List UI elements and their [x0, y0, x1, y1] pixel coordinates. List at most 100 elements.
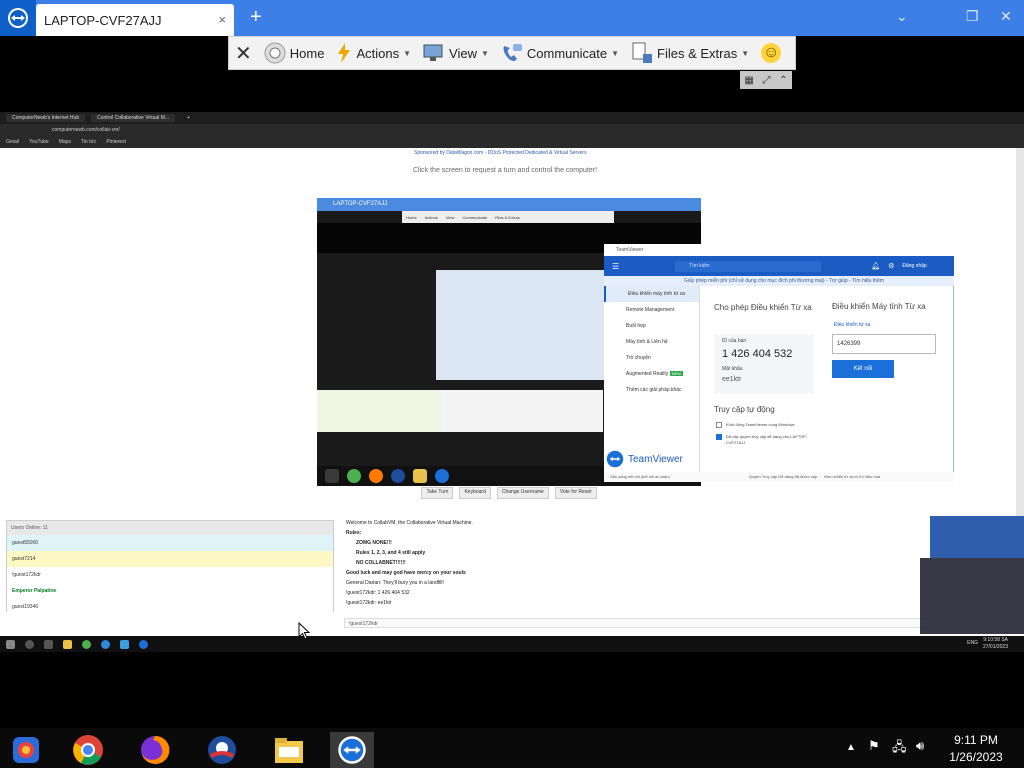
keyboard-button[interactable]: Keyboard [459, 487, 491, 499]
user-item[interactable]: guest7214 [7, 551, 333, 567]
easy-access-label: Đã cấp quyền truy cập dễ dàng cho LAPTOP… [726, 434, 808, 445]
gear-icon[interactable]: ⚙ [888, 262, 894, 270]
restore-icon[interactable]: ❐ [966, 8, 979, 25]
home-button[interactable]: Home [258, 37, 331, 69]
chevron-down-icon: ▼ [741, 48, 750, 58]
file-explorer-app-button[interactable] [271, 732, 307, 768]
signin-button[interactable]: Đăng nhập [902, 263, 926, 269]
collapse-icon[interactable]: ⌃ [779, 75, 787, 86]
startup-label: Khởi động TeamViewer cùng Windows [726, 422, 795, 427]
user-item[interactable]: !guest172kdr [7, 567, 333, 583]
files-extras-label: Files & Extras [657, 45, 738, 61]
user-item[interactable]: Emperor Palpatine [7, 583, 333, 599]
sidebar-item-remote-management[interactable]: Remote Management [604, 302, 699, 318]
tab-close-icon[interactable]: × [218, 12, 226, 27]
sidebar-item-computers-contacts[interactable]: Máy tính & Liên hệ [604, 334, 699, 350]
chevron-up-icon[interactable]: ▲ [846, 742, 856, 753]
bell-icon[interactable]: 🔔︎ [871, 262, 880, 270]
edge-icon[interactable] [101, 639, 110, 649]
actions-button[interactable]: Actions ▼ [330, 37, 417, 69]
teamviewer-brand: TeamViewer [606, 448, 700, 470]
store-icon[interactable] [120, 639, 129, 649]
remote-clock[interactable]: 9:10:58 SA 27/01/2023 [983, 637, 1008, 651]
allow-control-title: Cho phép Điều khiển Từ xa [714, 303, 812, 312]
sidebar-item-meeting[interactable]: Buổi họp [604, 318, 699, 334]
close-window-icon[interactable]: ✕ [1000, 8, 1012, 25]
sidebar-item-more-solutions[interactable]: Thêm các giải pháp khác [604, 382, 699, 398]
view-button[interactable]: View ▼ [417, 37, 495, 69]
bookmark-item[interactable]: Maps [59, 136, 71, 148]
start-icon[interactable] [6, 639, 15, 649]
teamviewer-app-button[interactable] [330, 732, 374, 768]
connect-button[interactable]: Kết nối [832, 360, 894, 378]
chat-message: General Darian: They'll bury you in a la… [346, 580, 444, 586]
startup-checkbox[interactable] [716, 422, 722, 428]
clock-date: 1/26/2023 [949, 750, 1003, 764]
sidebar-item-augmented-reality[interactable]: Augmented Reality NEW [604, 366, 699, 382]
bookmark-item[interactable]: Gmail [6, 136, 19, 148]
vm-tab: LAPTOP-CVF27AJJ [317, 198, 701, 211]
user-item[interactable]: guest55000 [7, 535, 333, 551]
remote-browser-tabs: ComputerNewb's Internet Hub Control Coll… [0, 112, 1024, 124]
network-icon[interactable]: 🖧︎ [892, 738, 907, 760]
files-extras-button[interactable]: Files & Extras ▼ [625, 37, 755, 69]
user-item[interactable]: guest19346 [7, 599, 333, 615]
instruction-text: Click the screen to request a turn and c… [413, 167, 598, 174]
task-view-icon[interactable] [44, 639, 53, 649]
close-session-button[interactable]: ✕ [229, 37, 258, 69]
lightning-icon [338, 43, 351, 63]
easy-access-checkbox[interactable] [716, 434, 722, 440]
chat-input[interactable]: !guest172kdr [344, 618, 930, 628]
bookmark-item[interactable]: Pinterest [106, 136, 126, 148]
partner-id-input[interactable]: 1426399 [832, 334, 936, 354]
dropdown-icon[interactable]: ⌄ [896, 8, 908, 25]
volume-icon[interactable]: 🔊︎ [916, 738, 924, 754]
fullscreen-icon[interactable]: ⤢ [763, 75, 771, 86]
flag-icon[interactable]: ⚑ [868, 738, 880, 754]
menu-icon[interactable]: ☰ [612, 262, 619, 271]
bookmark-item[interactable]: YouTube [29, 136, 49, 148]
search-icon[interactable] [25, 639, 34, 649]
language-indicator[interactable]: ENG [967, 640, 978, 646]
obama-app-button[interactable] [204, 732, 240, 768]
browser-new-tab[interactable]: + [181, 114, 196, 122]
browser-tab[interactable]: Control Collaborative Virtual M... [91, 114, 175, 122]
id-label: ID của bạn [722, 338, 747, 344]
chrome-app-button[interactable] [70, 732, 106, 768]
sponsor-link[interactable]: Sponsored by DataWagon.com - DDoS Protec… [414, 150, 587, 156]
remote-url-bar[interactable]: computernewb.com/collab-vm/ [0, 124, 1024, 136]
feedback-button[interactable]: ☺ [755, 37, 787, 69]
take-turn-button[interactable]: Take Turn [421, 487, 454, 499]
bookmark-item[interactable]: Tin tức [81, 136, 96, 148]
change-username-button[interactable]: Change Username [496, 487, 549, 499]
file-explorer-icon[interactable] [63, 639, 72, 649]
vm-toolbar-item: Files & Extras [495, 214, 520, 220]
password-value: ee1ktr [722, 376, 742, 383]
photos-app-button[interactable] [8, 732, 44, 768]
teamviewer-icon[interactable] [139, 639, 148, 649]
vm-nested-chat [441, 390, 603, 432]
view-label: View [449, 45, 477, 61]
search-input[interactable]: Tìm kiếm [675, 260, 822, 272]
remote-dropdown[interactable]: Điều khiển từ xa [834, 322, 870, 328]
tab-laptop[interactable]: LAPTOP-CVF27AJJ × [36, 4, 234, 36]
chrome-icon [73, 735, 103, 765]
sidebar-item-label: Augmented Reality [626, 371, 669, 377]
sidebar-item-chat[interactable]: Trò chuyện [604, 350, 699, 366]
clock[interactable]: 9:11 PM 1/26/2023 [934, 732, 1018, 766]
tab-title: LAPTOP-CVF27AJJ [44, 12, 162, 28]
firefox-app-button[interactable] [137, 732, 173, 768]
vote-reset-button[interactable]: Vote for Reset [554, 487, 597, 499]
page-scrollbar[interactable] [1016, 148, 1024, 520]
communicate-button[interactable]: Communicate ▼ [495, 37, 625, 69]
new-tab-button[interactable]: + [250, 6, 262, 29]
file-explorer-icon [413, 469, 427, 483]
vm-nested-screen [436, 270, 606, 380]
sidebar-item-remote-control[interactable]: Điều khiển máy tính từ xa [604, 286, 699, 302]
teamviewer-status: Sẵn sàng kết nối (kết nối an toàn) Quyền… [604, 472, 954, 482]
browser-tab[interactable]: ComputerNewb's Internet Hub [6, 114, 86, 122]
grid-icon[interactable]: ▦ [744, 75, 753, 86]
teamviewer-logo-icon[interactable] [0, 0, 36, 36]
id-value: 1 426 404 532 [722, 348, 793, 360]
chrome-icon[interactable] [82, 639, 91, 649]
